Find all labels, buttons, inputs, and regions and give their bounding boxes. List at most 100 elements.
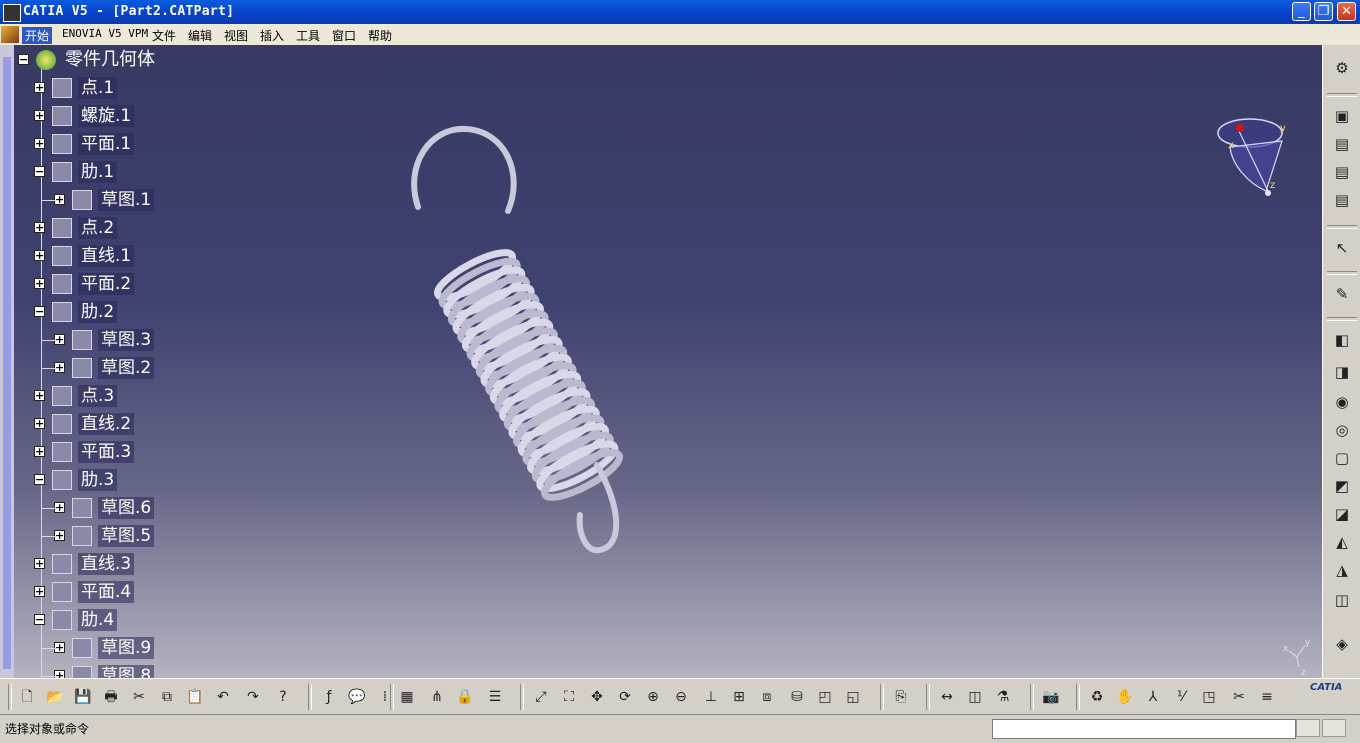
- pad-icon[interactable]: ◧: [1331, 329, 1353, 351]
- collapse-toggle-icon[interactable]: −: [34, 474, 45, 485]
- boolean-box-icon[interactable]: ◈: [1331, 633, 1353, 655]
- menu-insert[interactable]: 插入: [260, 27, 284, 44]
- tree-scrollbar-track[interactable]: [3, 57, 11, 669]
- formula-icon[interactable]: ƒ: [318, 686, 340, 708]
- zoom-in-icon[interactable]: ⊕: [642, 686, 664, 708]
- gesture-icon[interactable]: ✋: [1114, 686, 1136, 708]
- whats-this-icon[interactable]: ?: [272, 686, 294, 708]
- expand-toggle-icon[interactable]: +: [34, 222, 45, 233]
- ratio-icon[interactable]: ⅟: [1170, 686, 1192, 708]
- specification-tree[interactable]: − 零件几何体 + 点.1 + 螺旋.1 + 平面.1 − 肋.1 + 草图.1 + 点.2 + 直线.1 + 平…: [14, 45, 314, 687]
- close-button[interactable]: ✕: [1337, 2, 1356, 21]
- capture-icon[interactable]: 📷: [1040, 686, 1062, 708]
- pan-icon[interactable]: ✥: [586, 686, 608, 708]
- loft-icon[interactable]: ◫: [1331, 589, 1353, 611]
- lock-icon[interactable]: 🔒: [454, 686, 476, 708]
- expand-toggle-icon[interactable]: +: [34, 138, 45, 149]
- groove-icon[interactable]: ◎: [1331, 419, 1353, 441]
- cut-section-icon[interactable]: ✂: [1228, 686, 1250, 708]
- expand-toggle-icon[interactable]: +: [34, 390, 45, 401]
- update-icon[interactable]: ♻: [1086, 686, 1108, 708]
- menu-view[interactable]: 视图: [224, 27, 248, 44]
- expand-toggle-icon[interactable]: +: [34, 586, 45, 597]
- command-btn-1[interactable]: [1296, 719, 1320, 737]
- product-view-icon[interactable]: ▣: [1331, 105, 1353, 127]
- print-icon[interactable]: 🖶: [100, 686, 122, 708]
- select-arrow-icon[interactable]: ↖: [1331, 237, 1353, 259]
- pocket-icon[interactable]: ◨: [1331, 361, 1353, 383]
- tree-node-label: 肋.3: [78, 469, 118, 491]
- collapse-toggle-icon[interactable]: −: [34, 306, 45, 317]
- toolbar-separator: [8, 684, 12, 710]
- redo-icon[interactable]: ↷: [242, 686, 264, 708]
- sub-view-1-icon[interactable]: ▤: [1331, 133, 1353, 155]
- menu-tools[interactable]: 工具: [296, 27, 320, 44]
- axis-icon[interactable]: ⅄: [1142, 686, 1164, 708]
- sub-view-2-icon[interactable]: ▤: [1331, 161, 1353, 183]
- scale-icon[interactable]: ◳: [1198, 686, 1220, 708]
- iso-view-icon[interactable]: ⧈: [756, 686, 778, 708]
- menu-help[interactable]: 帮助: [368, 27, 392, 44]
- table-icon[interactable]: ▦: [396, 686, 418, 708]
- orientation-compass[interactable]: x y z: [1217, 118, 1286, 196]
- tree-scrollbar[interactable]: [0, 45, 14, 678]
- zoom-out-icon[interactable]: ⊖: [670, 686, 692, 708]
- maximize-button[interactable]: ❐: [1314, 2, 1333, 21]
- dassault-catia-logo: CATIA: [1310, 682, 1343, 693]
- rib-icon[interactable]: ◩: [1331, 475, 1353, 497]
- cut-icon[interactable]: ✂: [128, 686, 150, 708]
- toolbar-separator: [308, 684, 312, 710]
- paste-icon[interactable]: 📋: [184, 686, 206, 708]
- slot-icon[interactable]: ◪: [1331, 503, 1353, 525]
- sketcher-icon[interactable]: ✎: [1331, 283, 1353, 305]
- expand-toggle-icon[interactable]: +: [34, 446, 45, 457]
- tree-graph-icon[interactable]: ⋔: [426, 686, 448, 708]
- shaft-icon[interactable]: ◉: [1331, 391, 1353, 413]
- collapse-toggle-icon[interactable]: −: [34, 614, 45, 625]
- command-input[interactable]: [992, 719, 1296, 739]
- collapse-toggle-icon[interactable]: −: [34, 166, 45, 177]
- copy-icon[interactable]: ⧉: [156, 686, 178, 708]
- mass-props-icon[interactable]: ⚗: [992, 686, 1014, 708]
- save-icon[interactable]: 💾: [72, 686, 94, 708]
- catalog-icon[interactable]: ☰: [484, 686, 506, 708]
- comment-icon[interactable]: 💬: [346, 686, 368, 708]
- sub-view-3-icon[interactable]: ▤: [1331, 189, 1353, 211]
- measure-item-icon[interactable]: ◫: [964, 686, 986, 708]
- menu-file[interactable]: 文件: [152, 27, 176, 44]
- menu-enovia[interactable]: ENOVIA V5 VPM: [62, 27, 148, 40]
- expand-toggle-icon[interactable]: +: [34, 558, 45, 569]
- settings-gear-icon[interactable]: ⚙: [1331, 57, 1353, 79]
- normal-view-icon[interactable]: ⊥: [700, 686, 722, 708]
- collapse-toggle-icon[interactable]: −: [18, 54, 29, 65]
- catia-menu-logo-icon[interactable]: [1, 26, 19, 43]
- multi-pad-icon[interactable]: ◮: [1331, 559, 1353, 581]
- menu-edit[interactable]: 编辑: [188, 27, 212, 44]
- new-icon[interactable]: 🗋: [16, 686, 38, 708]
- multi-view-icon[interactable]: ⊞: [728, 686, 750, 708]
- expand-toggle-icon[interactable]: +: [34, 278, 45, 289]
- menu-start[interactable]: 开始: [22, 27, 53, 44]
- command-btn-2[interactable]: [1322, 719, 1346, 737]
- expand-toggle-icon[interactable]: +: [34, 110, 45, 121]
- hide-show-icon[interactable]: ◰: [814, 686, 836, 708]
- fly-mode-icon[interactable]: ⛶: [558, 686, 580, 708]
- more-icon[interactable]: ≡: [1256, 686, 1278, 708]
- menu-window[interactable]: 窗口: [332, 27, 356, 44]
- hole-icon[interactable]: ▢: [1331, 447, 1353, 469]
- rib-feature-icon: [52, 470, 72, 490]
- open-icon[interactable]: 📂: [44, 686, 66, 708]
- minimize-button[interactable]: _: [1292, 2, 1311, 21]
- expand-toggle-icon[interactable]: +: [34, 250, 45, 261]
- measure-between-icon[interactable]: ↔: [936, 686, 958, 708]
- stiffener-icon[interactable]: ◭: [1331, 531, 1353, 553]
- rotate-icon[interactable]: ⟳: [614, 686, 636, 708]
- expand-toggle-icon[interactable]: +: [34, 82, 45, 93]
- swap-space-icon[interactable]: ◱: [842, 686, 864, 708]
- shading-icon[interactable]: ⛁: [786, 686, 808, 708]
- render-cam-icon[interactable]: ⎘: [890, 686, 912, 708]
- undo-icon[interactable]: ↶: [212, 686, 234, 708]
- fit-all-icon[interactable]: ⤢: [530, 686, 552, 708]
- catia-app-icon[interactable]: [3, 4, 21, 22]
- expand-toggle-icon[interactable]: +: [34, 418, 45, 429]
